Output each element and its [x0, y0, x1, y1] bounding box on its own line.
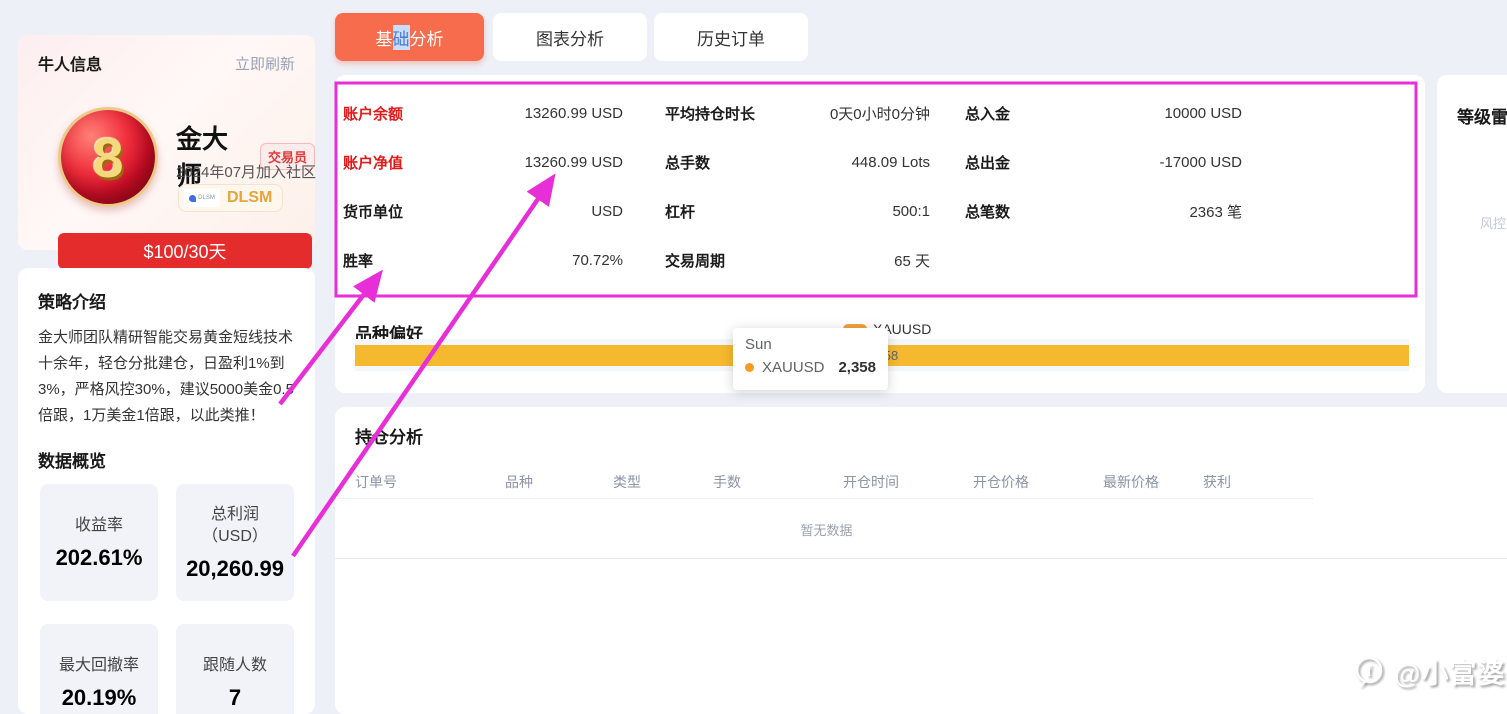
stat-tile-profit: 总利润 （USD） 20,260.99	[176, 484, 294, 601]
radar-axis-label: 风控能	[1480, 216, 1507, 231]
tooltip-title: Sun	[745, 336, 772, 353]
avatar: 8	[58, 107, 158, 207]
svg-text:f: f	[1366, 663, 1372, 680]
tooltip-series-dot-icon	[745, 363, 754, 372]
stat-leverage: 杠杆 500:1	[665, 202, 930, 221]
watermark-logo-icon: f	[1355, 656, 1383, 687]
stat-currency: 货币单位 USD	[343, 202, 623, 221]
stat-balance: 账户余额 13260.99 USD	[343, 104, 623, 123]
col-lots: 手数	[713, 474, 741, 490]
join-date: 2024年07月加入社区	[176, 164, 317, 181]
strategy-title: 策略介绍	[38, 293, 106, 312]
stat-trading-period: 交易周期 65 天	[665, 252, 930, 270]
stat-winrate: 胜率 70.72%	[343, 251, 623, 270]
strategy-card: 策略介绍 金大师团队精研智能交易黄金短线技术十余年，轻仓分批建仓，日盈利1%到3…	[18, 268, 315, 714]
stat-equity: 账户净值 13260.99 USD	[343, 153, 623, 172]
tooltip-series-value: 2,358	[838, 359, 876, 376]
refresh-link[interactable]: 立即刷新	[235, 53, 295, 74]
col-open-time: 开仓时间	[843, 474, 899, 490]
positions-card: 持仓分析 订单号 品种 类型 手数 开仓时间 开仓价格 最新价格 获利 暂无数据	[335, 407, 1507, 714]
tab-chart-analysis[interactable]: 图表分析	[493, 13, 647, 61]
radar-title: 等级雷达	[1457, 108, 1507, 127]
watermark-text: @小富婆	[1394, 659, 1506, 689]
positions-title: 持仓分析	[355, 428, 423, 447]
broker-badge-label: DLSM	[227, 189, 273, 206]
overview-tiles: 收益率 202.61% 总利润 （USD） 20,260.99 最大回撤率 20…	[38, 484, 295, 714]
stat-total-trades: 总笔数 2363 笔	[965, 203, 1242, 221]
chart-tooltip: Sun XAUUSD 2,358	[733, 328, 888, 390]
broker-logo-icon: DLSM	[184, 189, 220, 207]
strategy-description: 金大师团队精研智能交易黄金短线技术十余年，轻仓分批建仓，日盈利1%到3%，严格风…	[38, 329, 294, 424]
stat-total-withdrawal: 总出金 -17000 USD	[965, 153, 1242, 172]
profile-card-title: 牛人信息	[38, 57, 103, 74]
stat-tile-drawdown: 最大回撤率 20.19%	[40, 624, 158, 714]
col-symbol: 品种	[505, 474, 533, 490]
tab-history-orders[interactable]: 历史订单	[654, 13, 808, 61]
stat-total-deposit: 总入金 10000 USD	[965, 104, 1242, 123]
stat-tile-return: 收益率 202.61%	[40, 484, 158, 601]
stat-tile-followers: 跟随人数 7	[176, 624, 294, 714]
broker-badge[interactable]: DLSM DLSM	[178, 184, 284, 212]
col-order-id: 订单号	[355, 474, 397, 490]
col-latest-price: 最新价格	[1103, 474, 1159, 490]
table-bottom-divider	[335, 558, 1507, 559]
profile-card: 牛人信息 立即刷新 8 金大师 交易员 2024年07月加入社区 DLSM DL…	[18, 35, 317, 269]
watermark: f @小富婆	[1352, 652, 1505, 691]
col-type: 类型	[613, 474, 641, 490]
col-profit: 获利	[1203, 474, 1231, 490]
tooltip-series-name: XAUUSD	[762, 359, 825, 376]
empty-data-text: 暂无数据	[800, 523, 853, 538]
col-open-price: 开仓价格	[973, 474, 1029, 490]
level-radar-card: 等级雷达 风控能	[1437, 75, 1507, 393]
subscribe-price-button[interactable]: $100/30天	[58, 233, 312, 269]
avatar-level-number: 8	[92, 125, 124, 189]
stat-total-lots: 总手数 448.09 Lots	[665, 153, 930, 172]
table-header-divider	[340, 498, 1313, 499]
overview-title: 数据概览	[38, 452, 106, 471]
selected-character: 础	[392, 24, 410, 50]
stat-avg-holding-time: 平均持仓时长 0天0小时0分钟	[665, 105, 930, 123]
tab-basic-analysis[interactable]: 基础分析	[335, 13, 484, 61]
